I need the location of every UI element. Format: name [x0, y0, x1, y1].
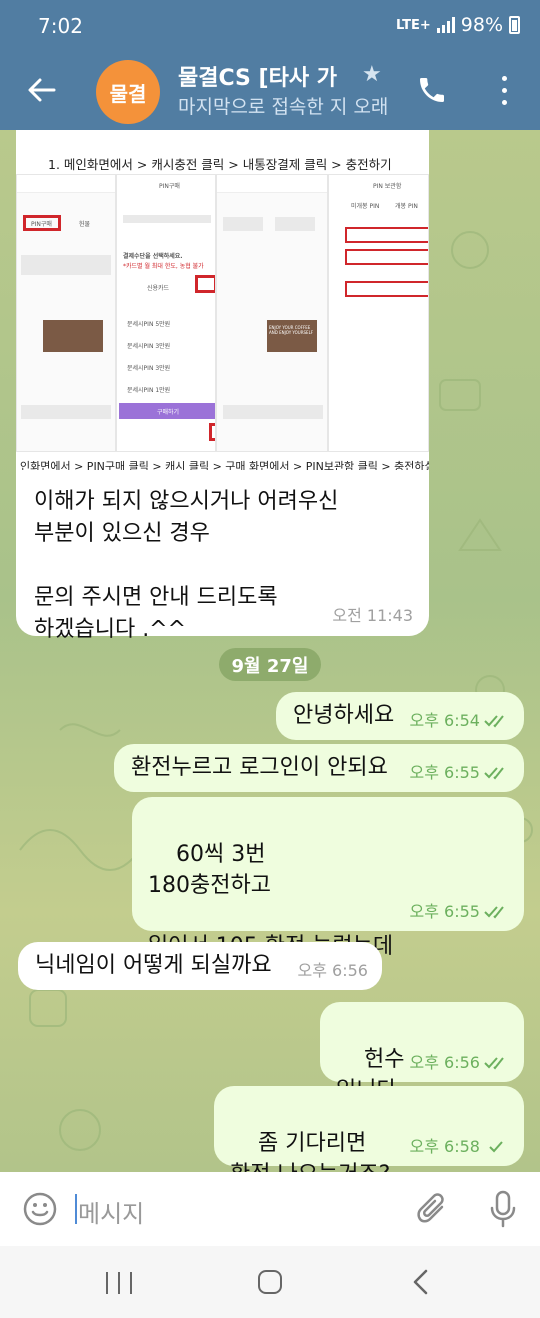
message-bubble-out[interactable]: 좀 기다리면 환전 나오는거죠? 오후 6:58	[214, 1086, 524, 1172]
s2-buy: 구매하기	[157, 409, 180, 416]
chat-header: 물결 물결CS [타사 가 ★ 마지막으로 접속한 지 오래	[0, 54, 540, 130]
attach-icon[interactable]	[416, 1191, 450, 1227]
s2-choose: 결제수단을 선택하세요.	[123, 253, 183, 260]
s4-tab2: 개봉 PIN	[395, 203, 418, 210]
double-check-icon	[484, 715, 504, 728]
recent-apps-icon[interactable]	[106, 1272, 132, 1294]
message-meta: 오후 6:56	[298, 960, 368, 982]
s4-tab1: 미개봉 PIN	[351, 203, 380, 210]
double-check-icon	[484, 1057, 504, 1070]
message-bubble-out[interactable]: 60씩 3번 180충전하고 잃어서 105 환전 눌렀는데 오후 6:55	[132, 797, 524, 959]
message-time: 오후 6:55	[409, 762, 480, 782]
date-separator: 9월 27일	[219, 648, 321, 681]
message-time: 오후 6:56	[409, 1052, 480, 1072]
message-meta: 오후 6:54	[410, 710, 510, 732]
s2-note: *카드별 월 최대 한도, 농협 불가	[123, 263, 204, 270]
message-meta: 오후 6:58	[410, 1136, 510, 1158]
battery-icon	[509, 16, 520, 34]
s2-item-3: 문세시PIN 3만원	[127, 365, 171, 372]
message-input[interactable]: 메시지	[78, 1194, 144, 1229]
more-icon[interactable]	[494, 72, 514, 108]
s4-title: PIN 보관함	[373, 183, 402, 190]
last-seen-status: 마지막으로 접속한 지 오래	[178, 96, 389, 118]
tutorial-caption-bottom: 인화면에서 > PIN구매 클릭 > 캐시 클릭 > 구매 화면에서 > PIN…	[20, 460, 429, 470]
text-cursor	[75, 1194, 77, 1224]
message-bubble-out[interactable]: 안녕하세요 오후 6:54	[276, 692, 524, 740]
s2-item-2: 문세시PIN 3만원	[127, 343, 171, 350]
message-meta: 오후 6:56	[410, 1052, 510, 1074]
tutorial-caption-top: 1. 메인화면에서 > 캐시충전 클릭 > 내통장결제 클릭 > 충전하기	[48, 157, 392, 172]
message-time: 오후 6:58	[409, 1136, 480, 1156]
tutorial-screenshot[interactable]: 1. 메인화면에서 > 캐시충전 클릭 > 내통장결제 클릭 > 충전하기 PI…	[16, 130, 429, 470]
signal-icon	[436, 17, 455, 33]
status-indicators: LTE+ 98%	[396, 14, 520, 36]
double-check-icon	[484, 906, 504, 919]
s1-gift-label: 헌물	[79, 221, 91, 228]
message-text: 닉네임이 어떻게 되실까요	[35, 953, 272, 978]
double-check-icon	[484, 767, 504, 780]
status-time: 7:02	[38, 14, 83, 38]
avatar[interactable]: 물결	[96, 60, 160, 124]
system-nav-bar	[0, 1246, 540, 1318]
check-icon	[489, 1141, 503, 1153]
phone-icon[interactable]	[416, 74, 448, 106]
tutorial-screen-pin-buy: PIN구매 결제수단을 선택하세요. *카드별 월 최대 한도, 농협 불가 신…	[116, 174, 216, 452]
message-meta: 오후 6:55	[410, 901, 510, 923]
emoji-icon[interactable]	[22, 1191, 58, 1227]
tutorial-screen-main-2: ENJOY YOUR COFFEE AND ENJOY YOURSELF	[216, 174, 328, 452]
message-bubble-out[interactable]: 헌수 입니다 오후 6:56	[320, 1002, 524, 1103]
s3-card: ENJOY YOUR COFFEE AND ENJOY YOURSELF	[269, 325, 314, 335]
mic-icon[interactable]	[488, 1189, 518, 1229]
message-time: 오후 6:55	[409, 901, 480, 921]
message-bubble-out[interactable]: 환전누르고 로그인이 안되요 오후 6:55	[114, 744, 524, 792]
network-type: LTE+	[395, 17, 431, 33]
s2-card: 신용카드	[147, 285, 170, 292]
nav-back-icon[interactable]	[410, 1268, 432, 1296]
s1-pin-label: PIN구매	[31, 221, 52, 228]
message-time: 오전 11:43	[332, 606, 413, 625]
back-arrow-icon[interactable]	[24, 72, 60, 108]
s2-item-4: 문세시PIN 1만원	[127, 387, 171, 394]
chat-area[interactable]: 1. 메인화면에서 > 캐시충전 클릭 > 내통장결제 클릭 > 충전하기 PI…	[0, 130, 540, 1172]
message-time: 오후 6:54	[409, 710, 480, 730]
home-icon[interactable]	[258, 1270, 282, 1294]
tutorial-screen-main: PIN구매 헌물	[16, 174, 116, 452]
message-text: 좀 기다리면 환전 나오는거죠?	[230, 1130, 390, 1172]
tutorial-screen-pin-box: PIN 보관함 미개봉 PIN 개봉 PIN	[328, 174, 429, 452]
s2-item-1: 문세시PIN 5만원	[127, 321, 171, 328]
message-text: 안녕하세요	[293, 703, 395, 728]
message-bubble-in[interactable]: 닉네임이 어떻게 되실까요 오후 6:56	[18, 942, 382, 990]
message-text: 환전누르고 로그인이 안되요	[131, 755, 388, 780]
status-bar: 7:02 LTE+ 98%	[0, 0, 540, 54]
image-message[interactable]: 1. 메인화면에서 > 캐시충전 클릭 > 내통장결제 클릭 > 충전하기 PI…	[16, 130, 429, 642]
s2-title: PIN구매	[159, 183, 180, 190]
chat-title[interactable]: 물결CS [타사 가	[178, 60, 393, 92]
message-text: 이해가 되지 않으시거나 어려우신 부분이 있으신 경우 문의 주시면 안내 드…	[34, 489, 339, 642]
message-meta: 오후 6:55	[410, 762, 510, 784]
message-input-bar: 메시지	[0, 1172, 540, 1246]
battery-percent: 98%	[460, 14, 503, 36]
star-icon: ★	[362, 62, 382, 87]
message-time: 오후 6:56	[297, 960, 368, 980]
